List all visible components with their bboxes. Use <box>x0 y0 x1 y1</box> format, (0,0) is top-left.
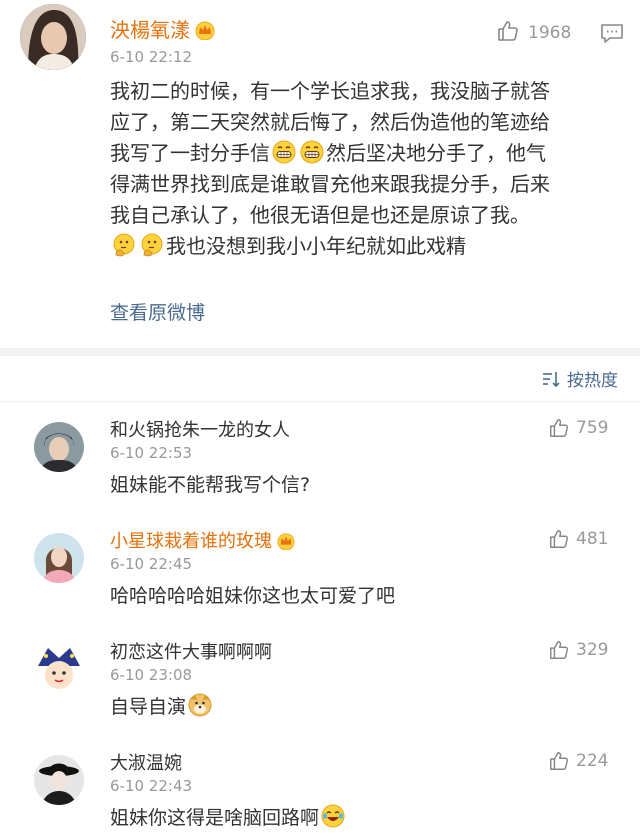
sort-by-hot-button[interactable]: 按热度 <box>541 366 618 391</box>
comment-timestamp: 6-10 22:53 <box>110 444 193 462</box>
thinking-emoji-icon <box>140 233 164 266</box>
thumbs-up-icon <box>550 752 569 770</box>
post-line: 得满世界找到底是谁敢冒充他来跟我提分手，后来 <box>110 172 550 196</box>
crown-badge-icon <box>276 532 296 555</box>
comment-timestamp: 6-10 22:45 <box>110 555 193 573</box>
commenter-avatar[interactable] <box>34 422 84 472</box>
thumbs-up-icon <box>550 530 569 548</box>
comment-text-segment: 自导自演 <box>110 696 187 718</box>
thinking-emoji-icon <box>112 233 136 266</box>
comment-text: 哈哈哈哈哈姐妹你这也太可爱了吧 <box>110 585 396 607</box>
comment-item: 大淑温婉 6-10 22:43 姐妹你这得是啥脑回路啊 224 <box>0 735 640 840</box>
comment-like-button[interactable]: 759 <box>548 417 608 439</box>
commenter-avatar[interactable] <box>34 755 84 805</box>
post-line: 我自己承认了，他很无语但是也还是原谅了我。 <box>110 203 530 227</box>
comment-like-count: 759 <box>576 418 609 438</box>
comment-like-button[interactable]: 329 <box>548 639 608 661</box>
post-timestamp: 6-10 22:12 <box>110 48 193 66</box>
comment-like-count: 481 <box>576 529 609 549</box>
comment-text: 自导自演 <box>110 692 214 722</box>
sort-label[interactable]: 按热度 <box>567 366 618 391</box>
post-line-segment: 然后坚决地分手了，他气 <box>326 141 546 165</box>
comment-item: 初恋这件大事啊啊啊 6-10 23:08 自导自演 329 <box>0 624 640 735</box>
thumbs-up-icon <box>550 419 569 437</box>
comment-timestamp: 6-10 22:43 <box>110 777 193 795</box>
comment-text: 姐妹你这得是啥脑回路啊 <box>110 803 347 833</box>
comment-like-count: 329 <box>576 640 609 660</box>
post-like-button[interactable]: 1968 <box>496 20 571 46</box>
thumbs-up-icon <box>496 19 520 47</box>
post-author-avatar[interactable] <box>20 4 86 70</box>
commenter-name[interactable]: 和火锅抢朱一龙的女人 <box>110 416 290 442</box>
post-like-count: 1968 <box>528 23 572 43</box>
commenter-name[interactable]: 大淑温婉 <box>110 749 182 775</box>
comment-like-button[interactable]: 224 <box>548 750 608 772</box>
comment-text-segment: 姐妹你这得是啥脑回路啊 <box>110 807 320 829</box>
comment-timestamp: 6-10 23:08 <box>110 666 193 684</box>
commenter-name[interactable]: 小星球栽着谁的玫瑰 <box>110 527 296 555</box>
doge-emoji-icon <box>188 693 212 722</box>
commenter-name[interactable]: 初恋这件大事啊啊啊 <box>110 638 272 664</box>
view-original-link[interactable]: 查看原微博 <box>110 298 205 325</box>
post-author-name-text[interactable]: 泱楊氧漾 <box>110 18 190 42</box>
comment-sort-bar: 按热度 <box>0 356 640 402</box>
comment-bubble-icon[interactable] <box>599 21 625 49</box>
commenter-name-text[interactable]: 小星球栽着谁的玫瑰 <box>110 531 272 552</box>
post-line: 我也没想到我小小年纪就如此戏精 <box>110 231 630 262</box>
post-line: 应了，第二天突然就后悔了，然后伪造他的笔迹给 <box>110 110 550 134</box>
comment-like-button[interactable]: 481 <box>548 528 608 550</box>
commenter-avatar[interactable] <box>34 533 84 583</box>
section-divider <box>0 348 640 356</box>
post-body: 我初二的时候，有一个学长追求我，我没脑子就答 应了，第二天突然就后悔了，然后伪造… <box>110 76 630 262</box>
post-line-segment: 我写了一封分手信 <box>110 141 270 165</box>
thumbs-up-icon <box>550 641 569 659</box>
comment-item: 小星球栽着谁的玫瑰 6-10 22:45 哈哈哈哈哈姐妹你这也太可爱了吧 481 <box>0 513 640 624</box>
post-author-name[interactable]: 泱楊氧漾 <box>110 14 216 45</box>
post-line-segment: 我也没想到我小小年纪就如此戏精 <box>166 234 466 258</box>
post-line: 我初二的时候，有一个学长追求我，我没脑子就答 <box>110 79 550 103</box>
sort-icon <box>543 371 560 387</box>
comment-text: 姐妹能不能帮我写个信? <box>110 474 311 496</box>
original-post: 泱楊氧漾 6-10 22:12 1968 我初二的时候，有一个学长追求我，我没脑… <box>0 0 640 348</box>
comment-like-count: 224 <box>576 751 609 771</box>
comment-item: 和火锅抢朱一龙的女人 6-10 22:53 姐妹能不能帮我写个信? 759 <box>0 402 640 513</box>
crown-badge-icon <box>194 20 216 45</box>
post-line: 我写了一封分手信 然后坚决地分手了，他气 <box>110 138 630 169</box>
laugh-tears-emoji-icon <box>321 804 345 833</box>
commenter-avatar[interactable] <box>34 644 84 694</box>
